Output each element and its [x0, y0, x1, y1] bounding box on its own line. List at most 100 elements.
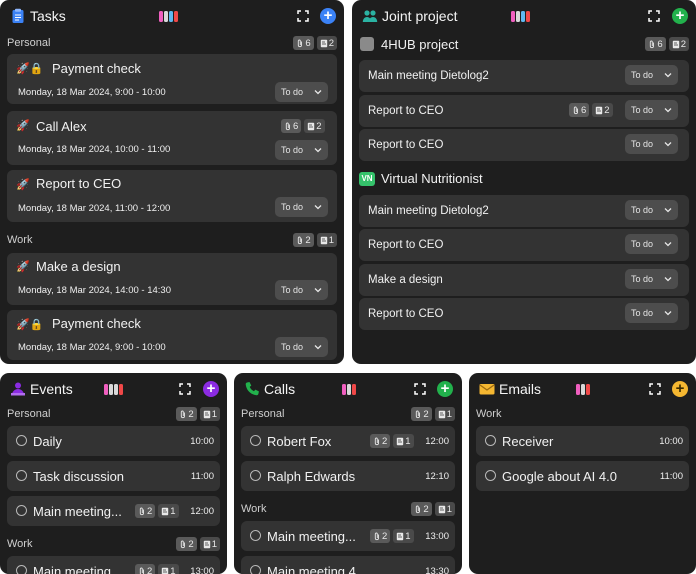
add-task-button[interactable]: + [320, 8, 336, 24]
add-call-button[interactable]: + [437, 381, 453, 397]
status-dropdown[interactable]: To do [275, 140, 328, 160]
events-header: Events + [0, 373, 227, 405]
status-dropdown[interactable]: To do [625, 200, 678, 220]
section-badges: 2 1 [411, 407, 455, 421]
email-row[interactable]: Receiver 10:00 [476, 426, 689, 456]
project-row[interactable]: Make a design To do [359, 264, 689, 296]
chevron-down-icon [314, 344, 322, 350]
joint-project-panel: Joint project + 4HUB project 6 2 Main me… [352, 0, 696, 364]
color-tags[interactable] [511, 11, 530, 22]
note-icon [438, 410, 446, 419]
paperclip-icon [373, 437, 381, 446]
task-date: Monday, 18 Mar 2024, 9:00 - 10:00 [18, 87, 166, 98]
status-dropdown[interactable]: To do [275, 82, 328, 102]
expand-icon[interactable] [179, 383, 191, 395]
expand-icon[interactable] [648, 10, 660, 22]
event-row[interactable]: Task discussion 11:00 [7, 461, 220, 491]
rocket-icon: 🚀🔒 [16, 319, 44, 331]
events-title: Events [30, 381, 73, 397]
event-badges: 2 1 [135, 564, 179, 574]
status-dropdown[interactable]: To do [625, 134, 678, 154]
emails-title: Emails [499, 381, 542, 397]
call-row[interactable]: Ralph Edwards 12:10 [241, 461, 455, 491]
complete-radio[interactable] [250, 470, 261, 481]
section-label-work: Work [476, 408, 502, 420]
call-row[interactable]: Robert Fox 2 1 12:00 [241, 426, 455, 456]
section-badges: 2 1 [176, 537, 220, 551]
project-row[interactable]: Main meeting Dietolog2 To do [359, 195, 689, 227]
complete-radio[interactable] [16, 435, 27, 446]
project-row[interactable]: Main meeting Dietolog2 To do [359, 60, 689, 92]
task-card[interactable]: 🚀 Make a design Monday, 18 Mar 2024, 14:… [7, 253, 337, 305]
color-tags[interactable] [342, 384, 356, 395]
paperclip-icon [373, 532, 381, 541]
paperclip-icon [414, 505, 422, 514]
complete-radio[interactable] [250, 435, 261, 446]
paperclip-icon [648, 40, 656, 49]
row-title: Make a design [368, 274, 443, 286]
email-time: 10:00 [659, 436, 683, 447]
event-row[interactable]: Daily 10:00 [7, 426, 220, 456]
group-name: 4HUB project [381, 37, 459, 52]
call-badges: 2 1 [370, 529, 414, 543]
project-abbr-badge: VN [359, 172, 375, 186]
status-dropdown[interactable]: To do [625, 234, 678, 254]
paperclip-icon [414, 410, 422, 419]
expand-icon[interactable] [414, 383, 426, 395]
call-row[interactable]: Main meeting 4... 13:30 [241, 556, 455, 574]
paperclip-icon [138, 507, 146, 516]
project-row[interactable]: Report to CEO 6 2 To do [359, 95, 689, 127]
event-title: Task discussion [33, 469, 125, 484]
chevron-down-icon [664, 310, 672, 316]
task-title: Payment check [52, 61, 141, 76]
color-tags[interactable] [159, 11, 178, 22]
task-card[interactable]: 🚀🔒 Payment check Monday, 18 Mar 2024, 9:… [7, 54, 337, 104]
project-row[interactable]: Report to CEO To do [359, 129, 689, 161]
project-row[interactable]: Report to CEO To do [359, 229, 689, 261]
task-date: Monday, 18 Mar 2024, 10:00 - 11:00 [18, 144, 171, 155]
status-dropdown[interactable]: To do [625, 65, 678, 85]
chevron-down-icon [664, 72, 672, 78]
color-tags[interactable] [576, 384, 590, 395]
expand-icon[interactable] [649, 383, 661, 395]
event-row[interactable]: Main meeting... 2 1 12:00 [7, 496, 220, 526]
rocket-icon: 🚀 [16, 120, 30, 132]
expand-icon[interactable] [297, 10, 309, 22]
task-card[interactable]: 🚀 Report to CEO Monday, 18 Mar 2024, 11:… [7, 170, 337, 222]
event-time: 13:00 [190, 566, 214, 574]
chevron-down-icon [314, 147, 322, 153]
task-card[interactable]: 🚀 Call Alex 6 2 Monday, 18 Mar 2024, 10:… [7, 111, 337, 165]
call-row[interactable]: Main meeting... 2 1 13:00 [241, 521, 455, 551]
add-email-button[interactable]: + [672, 381, 688, 397]
email-title: Receiver [502, 434, 554, 449]
add-project-button[interactable]: + [672, 8, 688, 24]
note-icon [396, 437, 404, 446]
email-row[interactable]: Google about AI 4.0 11:00 [476, 461, 689, 491]
complete-radio[interactable] [16, 565, 27, 574]
status-dropdown[interactable]: To do [625, 303, 678, 323]
joint-header: Joint project + [352, 0, 696, 32]
task-badges: 6 2 [281, 119, 325, 133]
status-dropdown[interactable]: To do [275, 197, 328, 217]
rocket-icon: 🚀 [16, 261, 30, 273]
status-dropdown[interactable]: To do [625, 100, 678, 120]
event-time: 11:00 [190, 471, 214, 482]
section-label-work: Work [7, 538, 33, 550]
color-tags[interactable] [104, 384, 123, 395]
status-dropdown[interactable]: To do [625, 269, 678, 289]
chevron-down-icon [664, 107, 672, 113]
complete-radio[interactable] [16, 505, 27, 516]
event-row[interactable]: Main meeting... 2 1 13:00 [7, 556, 220, 574]
complete-radio[interactable] [250, 530, 261, 541]
add-event-button[interactable]: + [203, 381, 219, 397]
complete-radio[interactable] [250, 565, 261, 574]
paperclip-icon [179, 540, 187, 549]
complete-radio[interactable] [16, 470, 27, 481]
task-card[interactable]: 🚀🔒 Payment check Monday, 18 Mar 2024, 9:… [7, 310, 337, 360]
task-title: Report to CEO [36, 176, 122, 191]
project-row[interactable]: Report to CEO To do [359, 298, 689, 330]
status-dropdown[interactable]: To do [275, 280, 328, 300]
complete-radio[interactable] [485, 470, 496, 481]
status-dropdown[interactable]: To do [275, 337, 328, 357]
complete-radio[interactable] [485, 435, 496, 446]
